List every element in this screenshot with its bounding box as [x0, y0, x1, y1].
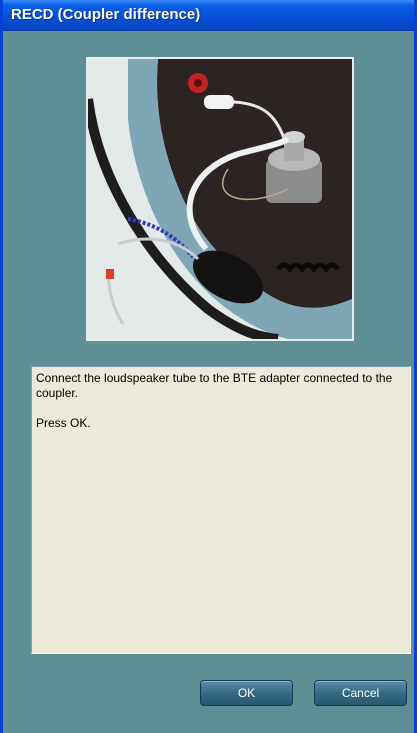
ok-button[interactable]: OK [200, 680, 293, 706]
instruction-line: Press OK. [36, 416, 91, 430]
coupler-setup-photo [86, 57, 354, 341]
instructions-text-area: Connect the loudspeaker tube to the BTE … [31, 366, 411, 654]
cancel-button[interactable]: Cancel [314, 680, 407, 706]
title-bar[interactable]: RECD (Coupler difference) [3, 0, 414, 31]
recd-dialog: RECD (Coupler difference) Connect the lo… [0, 0, 417, 733]
instruction-line: Connect the loudspeaker tube to the BTE … [36, 371, 393, 400]
window-title: RECD (Coupler difference) [11, 6, 201, 23]
